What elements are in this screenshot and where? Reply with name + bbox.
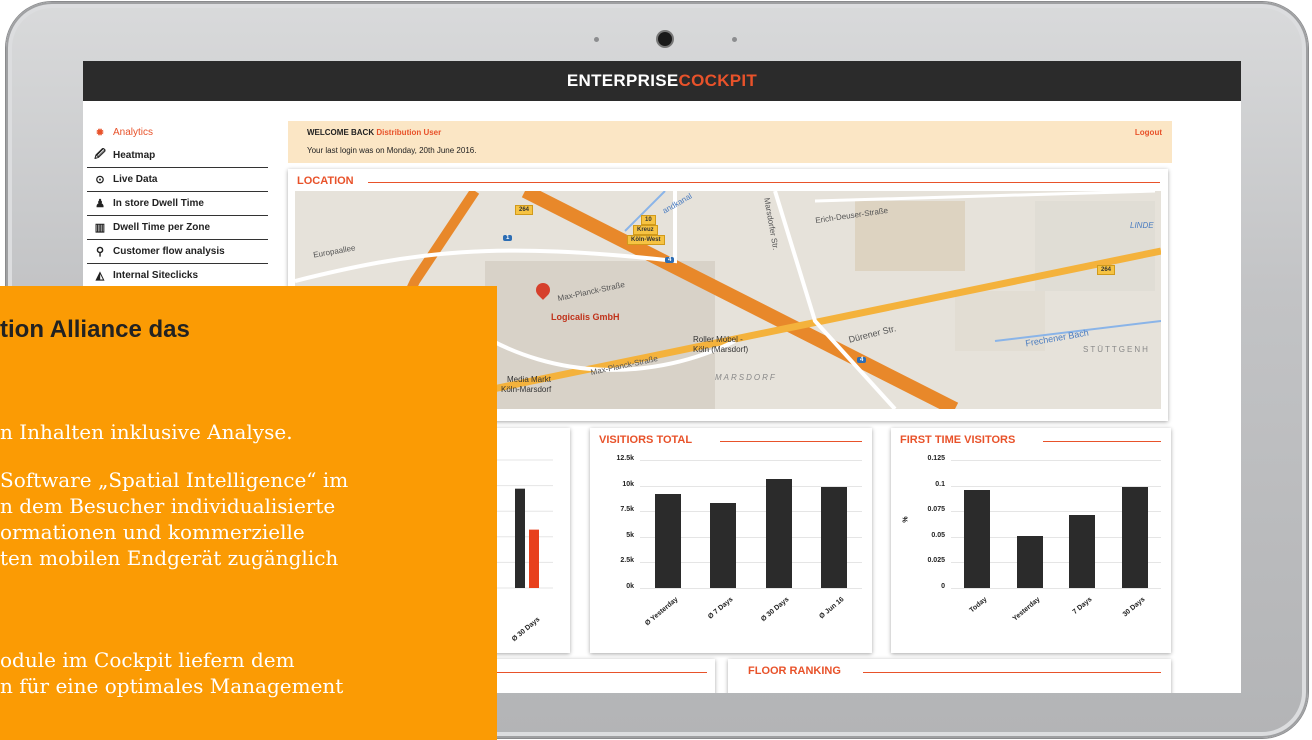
y-axis-label: % bbox=[902, 516, 910, 523]
top-bar: ENTERPRISECOCKPIT bbox=[83, 61, 1241, 101]
first-time-card: FIRST TIME VISITORS % 0.125 0.1 0.075 0.05 0… bbox=[891, 428, 1171, 653]
bar bbox=[710, 503, 737, 588]
welcome-banner: WELCOME BACK Distribution User Your last… bbox=[288, 121, 1172, 163]
y-tick-label: 5k bbox=[626, 531, 634, 539]
x-tick-label: Yesterday bbox=[1011, 596, 1042, 623]
overlay-line: n Inhalten inklusive Analyse. bbox=[0, 420, 293, 444]
visitors-total-card: VISITIORS TOTAL 12.5k 10k 7.5k 5k 2.5k 0k Ø Ye… bbox=[590, 428, 872, 653]
sidebar-item-heatmap[interactable]: 🖉 Heatmap bbox=[87, 144, 268, 168]
sensor-dot bbox=[732, 37, 737, 42]
grid-line bbox=[640, 460, 862, 461]
x-tick-label: 30 Days bbox=[1121, 596, 1147, 619]
y-tick-label: 0 bbox=[941, 583, 945, 590]
y-tick-label: 2.5k bbox=[620, 557, 634, 565]
y-tick-label: 0.1 bbox=[935, 480, 945, 488]
overlay-line: Software „Spatial Intelligence“ im bbox=[0, 468, 349, 492]
location-title: LOCATION bbox=[297, 175, 362, 187]
overlay-title: tion Alliance das bbox=[0, 316, 190, 343]
overlay-line: ormationen und kommerzielle bbox=[0, 520, 305, 544]
y-tick-label: 12.5k bbox=[616, 455, 634, 462]
x-tick-label: Ø Jun 16 bbox=[818, 596, 846, 621]
x-tick-label: 7 Days bbox=[1071, 596, 1094, 616]
promo-overlay: tion Alliance das n Inhalten inklusive A… bbox=[0, 286, 497, 740]
y-tick-label: 0k bbox=[626, 583, 634, 590]
bar bbox=[529, 529, 539, 588]
y-tick-label: 10k bbox=[622, 480, 634, 488]
area-chart-icon: ◭ bbox=[95, 270, 105, 282]
y-tick-label: 0.075 bbox=[927, 506, 945, 514]
overlay-line: odule im Cockpit liefern dem bbox=[0, 648, 295, 672]
heatmap-icon: 🖉 bbox=[94, 149, 106, 161]
analytics-icon: ✹ bbox=[95, 127, 105, 139]
grid-line bbox=[951, 588, 1161, 589]
overlay-line: n für eine optimales Management bbox=[0, 674, 344, 698]
y-tick-label: 0.05 bbox=[931, 531, 945, 539]
bar bbox=[515, 488, 525, 588]
bar bbox=[654, 493, 681, 588]
overlay-line: ten mobilen Endgerät zugänglich bbox=[0, 546, 339, 570]
bar bbox=[1016, 535, 1043, 588]
logout-link[interactable]: Logout bbox=[1135, 128, 1162, 137]
grid-line bbox=[951, 460, 1161, 461]
bar bbox=[964, 489, 991, 588]
bar bbox=[1121, 486, 1148, 588]
y-tick-label: 7.5k bbox=[620, 506, 634, 514]
bar bbox=[765, 479, 792, 588]
bar bbox=[821, 486, 848, 588]
sensor-dot bbox=[594, 37, 599, 42]
floor-ranking-card: FLOOR RANKING bbox=[728, 659, 1171, 693]
camera bbox=[658, 32, 672, 46]
sidebar-item-analytics[interactable]: ✹ Analytics bbox=[87, 121, 268, 144]
bar bbox=[1069, 515, 1096, 588]
floor-ranking-title: FLOOR RANKING bbox=[748, 665, 849, 677]
x-tick-label: Ø 30 Days bbox=[759, 596, 791, 624]
y-tick-label: 0.025 bbox=[927, 557, 945, 565]
first-time-title: FIRST TIME VISITORS bbox=[900, 434, 1024, 446]
last-login-text: Your last login was on Monday, 20th June… bbox=[307, 146, 477, 155]
sidebar-item-dwell-time[interactable]: ♟ In store Dwell Time bbox=[87, 192, 268, 216]
search-icon: ⚲ bbox=[95, 246, 105, 258]
place-label: Logicalis GmbH bbox=[551, 312, 620, 322]
brand-logo: ENTERPRISECOCKPIT bbox=[566, 71, 758, 90]
sidebar-item-live-data[interactable]: ⊙ Live Data bbox=[87, 168, 268, 192]
sidebar-item-dwell-zone[interactable]: ▥ Dwell Time per Zone bbox=[87, 216, 268, 240]
x-tick-label: Ø Yesterday bbox=[643, 596, 680, 628]
overlay-line: n dem Besucher individualisierte bbox=[0, 494, 336, 518]
map-icon: ▥ bbox=[94, 222, 106, 234]
sidebar-item-customer-flow[interactable]: ⚲ Customer flow analysis bbox=[87, 240, 268, 264]
visitors-total-title: VISITIORS TOTAL bbox=[599, 434, 701, 446]
sidebar: ✹ Analytics 🖉 Heatmap ⊙ Live Data ♟ In store… bbox=[83, 121, 268, 288]
grid-line bbox=[640, 588, 862, 589]
x-tick-label: Ø 7 Days bbox=[707, 596, 735, 621]
welcome-line: WELCOME BACK Distribution User bbox=[307, 128, 442, 137]
clock-icon: ⊙ bbox=[95, 174, 105, 186]
y-tick-label: 0.125 bbox=[927, 455, 945, 462]
x-tick-label: Today bbox=[968, 596, 989, 615]
sidebar-item-siteclicks[interactable]: ◭ Internal Siteclicks bbox=[87, 264, 268, 288]
walker-icon: ♟ bbox=[95, 198, 105, 210]
